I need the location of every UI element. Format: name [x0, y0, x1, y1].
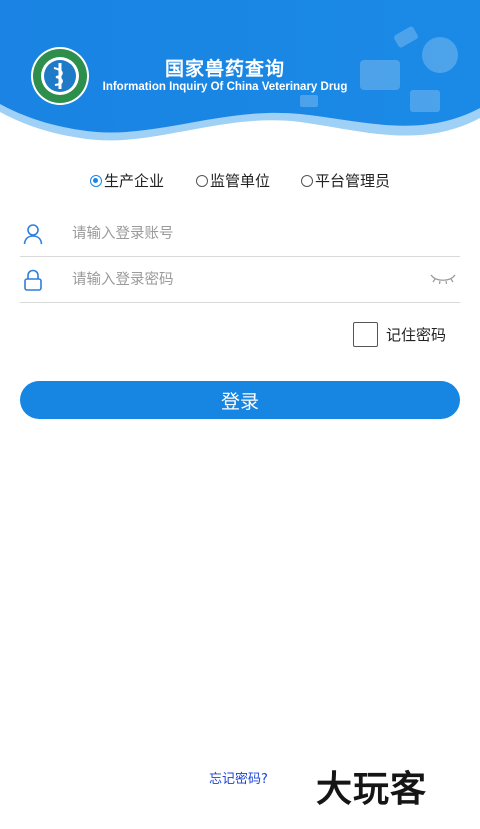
radio-checked-icon[interactable] [90, 174, 102, 187]
app-header: 国家兽药查询 Information Inquiry Of China Vete… [0, 0, 480, 150]
radio-unchecked-icon[interactable] [196, 174, 208, 187]
logo-icon [30, 46, 90, 106]
eye-closed-icon[interactable] [430, 271, 456, 287]
role-selector: 生产企业 监管单位 平台管理员 [0, 170, 480, 192]
watermark-text: 大玩客 [316, 769, 428, 810]
remember-label: 记住密码 [386, 326, 447, 344]
forgot-password-link[interactable]: 忘记密码? [209, 768, 268, 787]
role-option-admin[interactable]: 平台管理员 [301, 170, 390, 191]
role-label: 监管单位 [210, 172, 271, 190]
app-subtitle: Information Inquiry Of China Veterinary … [102, 81, 348, 93]
role-label: 生产企业 [104, 172, 165, 190]
role-option-regulator[interactable]: 监管单位 [196, 170, 270, 191]
account-field [20, 212, 460, 257]
login-button[interactable]: 登录 [20, 381, 460, 419]
app-title: 国家兽药查询 [164, 58, 285, 80]
user-icon [20, 221, 46, 247]
password-input[interactable] [70, 271, 414, 289]
role-label: 平台管理员 [315, 172, 391, 190]
radio-unchecked-icon[interactable] [301, 174, 313, 187]
password-field [20, 258, 460, 303]
role-option-producer[interactable]: 生产企业 [90, 170, 164, 191]
lock-icon [20, 267, 46, 293]
remember-checkbox[interactable] [353, 322, 378, 347]
account-input[interactable] [70, 225, 414, 243]
remember-password[interactable]: 记住密码 [353, 322, 446, 347]
